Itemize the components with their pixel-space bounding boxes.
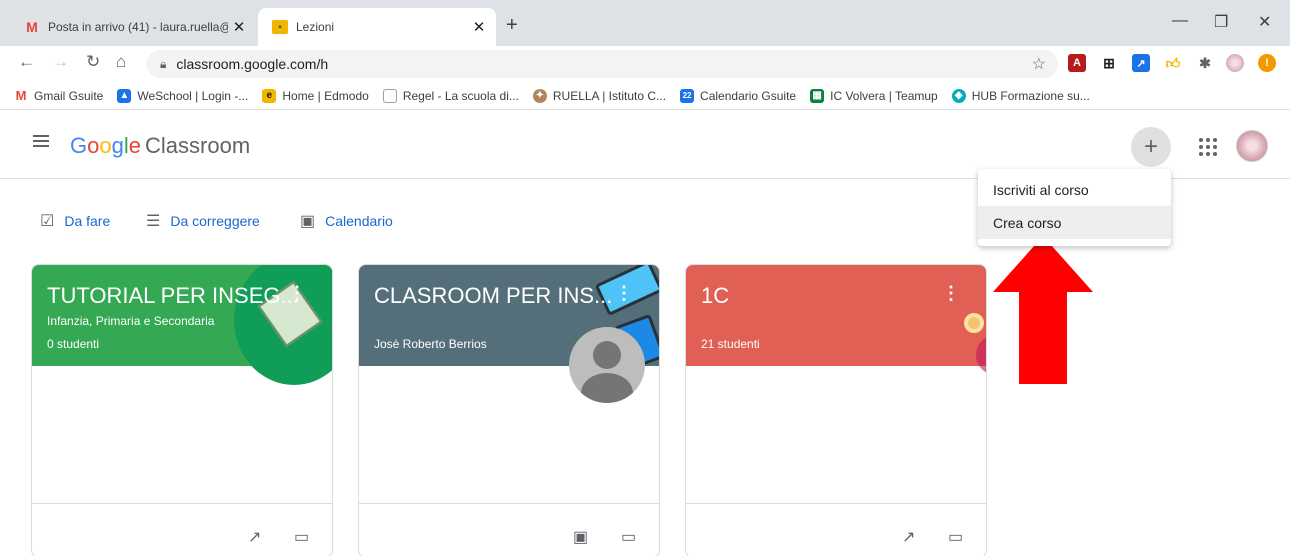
acrobat-extension-icon[interactable]: A bbox=[1068, 54, 1086, 72]
brand-google: Google bbox=[70, 133, 142, 158]
card-title[interactable]: CLASROOM PER INS... bbox=[374, 283, 612, 309]
tab-gmail[interactable]: M Posta in arrivo (41) - laura.ruella@ ✕ bbox=[10, 8, 256, 46]
gmail-icon: M bbox=[26, 19, 38, 35]
classroom-logo[interactable]: Google Classroom bbox=[70, 133, 250, 159]
card-info: Josè Roberto Berrios bbox=[374, 337, 487, 351]
bookmark-star-icon[interactable]: ☆ bbox=[1032, 54, 1046, 74]
bookmark-gmail[interactable]: M Gmail Gsuite bbox=[14, 88, 104, 103]
more-options-icon[interactable]: ⋮ bbox=[288, 283, 306, 304]
bookmark-weschool[interactable]: ▲ WeSchool | Login -... bbox=[117, 88, 248, 103]
account-avatar[interactable] bbox=[1236, 130, 1268, 162]
folder-icon[interactable]: ▭ bbox=[294, 527, 309, 547]
gmail-icon: M bbox=[15, 88, 27, 103]
bookmark-teamup[interactable]: ▦ IC Volvera | Teamup bbox=[810, 88, 938, 103]
calendar-icon: ▣ bbox=[300, 213, 316, 230]
assignment-ind-icon[interactable]: ▣ bbox=[573, 527, 588, 547]
profile-avatar-icon[interactable] bbox=[1226, 54, 1244, 72]
class-card-tutorial[interactable]: TUTORIAL PER INSEG... Infanzia, Primaria… bbox=[31, 264, 333, 556]
trending-up-icon[interactable]: ↗ bbox=[902, 527, 915, 547]
extensions-puzzle-icon[interactable]: ✱ bbox=[1196, 54, 1214, 72]
card-info: 21 studenti bbox=[701, 337, 760, 351]
classroom-icon: ▪ bbox=[272, 20, 288, 34]
address-bar[interactable]: 🔒︎ classroom.google.com/h ☆ bbox=[146, 50, 1058, 78]
close-icon[interactable]: ✕ bbox=[468, 18, 490, 36]
google-apps-icon[interactable] bbox=[1196, 135, 1220, 159]
new-tab-button[interactable]: + bbox=[506, 14, 518, 37]
nav-calendario[interactable]: ▣ Calendario bbox=[300, 211, 393, 231]
brand-product: Classroom bbox=[145, 133, 251, 158]
card-footer bbox=[32, 503, 332, 556]
add-class-menu: Iscriviti al corso Crea corso bbox=[978, 169, 1171, 246]
page-icon bbox=[382, 88, 397, 103]
grid-extension-icon[interactable]: ⊞ bbox=[1100, 54, 1118, 72]
menu-item-create-class[interactable]: Crea corso bbox=[978, 206, 1171, 239]
folder-icon[interactable]: ▭ bbox=[948, 527, 963, 547]
menu-item-join-class[interactable]: Iscriviti al corso bbox=[978, 173, 1171, 206]
url-text: classroom.google.com/h bbox=[176, 56, 329, 72]
nav-da-correggere[interactable]: ☰ Da correggere bbox=[146, 211, 260, 231]
tab-title: Lezioni bbox=[296, 20, 335, 34]
calendar-icon: 22 bbox=[680, 88, 695, 103]
card-info: 0 studenti bbox=[47, 337, 100, 351]
class-card-1c[interactable]: 1C 21 studenti ⋮ ↗ ▭ bbox=[685, 264, 987, 556]
todo-checklist-icon: ☑ bbox=[40, 213, 55, 230]
weschool-icon: ▲ bbox=[117, 88, 132, 103]
hub-icon: ◆ bbox=[951, 88, 966, 103]
folder-icon[interactable]: ▭ bbox=[621, 527, 636, 547]
bookmark-edmodo[interactable]: e Home | Edmodo bbox=[262, 88, 369, 103]
nav-da-fare[interactable]: ☑ Da fare bbox=[40, 211, 110, 231]
tab-title: Posta in arrivo (41) - laura.ruella@ bbox=[48, 20, 228, 34]
teamup-icon: ▦ bbox=[810, 88, 825, 103]
more-options-icon[interactable]: ⋮ bbox=[942, 283, 960, 304]
bookmark-hub[interactable]: ◆ HUB Formazione su... bbox=[951, 88, 1090, 103]
forward-icon[interactable]: → bbox=[52, 52, 69, 72]
red-arrow-annotation bbox=[993, 236, 1093, 384]
window-close-icon[interactable]: ✕ bbox=[1258, 12, 1271, 32]
card-footer bbox=[359, 503, 659, 556]
bookmarks-bar: M Gmail Gsuite ▲ WeSchool | Login -... e Ho… bbox=[0, 82, 1290, 110]
add-class-button[interactable]: + bbox=[1131, 127, 1171, 167]
card-title[interactable]: 1C bbox=[701, 283, 729, 309]
main-menu-icon[interactable] bbox=[33, 135, 49, 147]
tab-lezioni[interactable]: ▪ Lezioni ✕ bbox=[258, 8, 496, 46]
card-title[interactable]: TUTORIAL PER INSEG... bbox=[47, 283, 299, 309]
edmodo-icon: e bbox=[262, 88, 277, 103]
teacher-avatar bbox=[569, 327, 645, 403]
lock-icon: 🔒︎ bbox=[160, 56, 167, 71]
review-list-icon: ☰ bbox=[146, 213, 161, 230]
screenshot-extension-icon[interactable]: ↗ bbox=[1132, 54, 1150, 72]
home-icon[interactable]: ⌂ bbox=[116, 52, 126, 72]
class-card-clasroom[interactable]: CLASROOM PER INS... Josè Roberto Berrios… bbox=[358, 264, 660, 556]
thumbs-up-extension-icon[interactable]: 👍︎ bbox=[1164, 54, 1182, 72]
minimize-icon[interactable]: — bbox=[1172, 12, 1188, 30]
bookmark-ruella[interactable]: ✦ RUELLA | Istituto C... bbox=[532, 88, 666, 103]
card-footer bbox=[686, 503, 986, 556]
back-icon[interactable]: ← bbox=[18, 52, 35, 72]
more-options-icon[interactable]: ⋮ bbox=[615, 283, 633, 304]
bookmark-calendario[interactable]: 22 Calendario Gsuite bbox=[680, 88, 796, 103]
card-section: Infanzia, Primaria e Secondaria bbox=[47, 314, 215, 328]
trending-up-icon[interactable]: ↗ bbox=[248, 527, 261, 547]
update-alert-icon[interactable]: ! bbox=[1258, 54, 1276, 72]
seal-icon: ✦ bbox=[532, 88, 547, 103]
close-icon[interactable]: ✕ bbox=[228, 18, 250, 36]
bookmark-regel[interactable]: Regel - La scuola di... bbox=[382, 88, 519, 103]
restore-icon[interactable]: ❐ bbox=[1214, 12, 1228, 32]
reload-icon[interactable]: ↻ bbox=[86, 52, 100, 72]
